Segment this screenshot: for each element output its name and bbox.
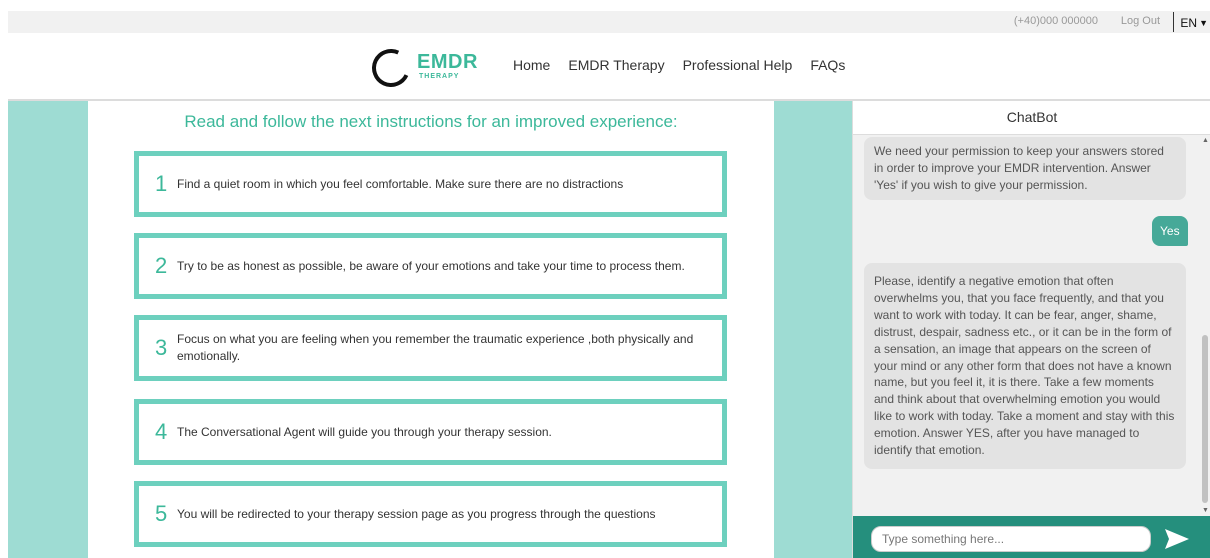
instruction-card-4: 4 The Conversational Agent will guide yo… — [134, 399, 727, 465]
chevron-down-icon: ▼ — [1199, 18, 1208, 28]
instructions-heading: Read and follow the next instructions fo… — [184, 112, 678, 131]
phone-number: (+40)000 000000 — [1013, 15, 1098, 27]
site-header: EMDR THERAPY Home EMDR Therapy Professio… — [0, 33, 1210, 99]
chat-scrollbar[interactable]: ▲ ▼ — [1200, 135, 1210, 515]
right-side-band — [774, 101, 852, 558]
scroll-down-icon[interactable]: ▼ — [1202, 507, 1209, 514]
instruction-text: You will be redirected to your therapy s… — [177, 506, 656, 521]
logo-brand: EMDR — [417, 51, 478, 73]
emdr-logo[interactable]: EMDR THERAPY — [366, 43, 482, 93]
main-nav: Home EMDR Therapy Professional Help FAQs — [513, 57, 845, 73]
nav-home[interactable]: Home — [513, 57, 550, 73]
nav-professional-help[interactable]: Professional Help — [683, 57, 793, 73]
chat-message-user: Yes — [1152, 216, 1188, 246]
instruction-text: Find a quiet room in which you feel comf… — [177, 176, 624, 191]
instruction-card-2: 2 Try to be as honest as possible, be aw… — [134, 233, 727, 299]
scroll-thumb[interactable] — [1202, 335, 1208, 503]
chat-message-bot: We need your permission to keep your ans… — [864, 137, 1186, 200]
language-value: EN — [1180, 16, 1198, 30]
instruction-card-1: 1 Find a quiet room in which you feel co… — [134, 151, 727, 217]
instruction-card-3: 3 Focus on what you are feeling when you… — [134, 315, 727, 381]
instruction-number: 1 — [155, 171, 168, 196]
nav-emdr-therapy[interactable]: EMDR Therapy — [568, 57, 664, 73]
instruction-card-5: 5 You will be redirected to your therapy… — [134, 481, 727, 547]
chatbot-title: ChatBot — [853, 101, 1210, 135]
instruction-number: 3 — [155, 335, 168, 360]
instruction-number: 4 — [155, 419, 168, 444]
send-arrow-icon[interactable] — [1163, 527, 1191, 551]
chat-message-bot: Please, identify a negative emotion that… — [864, 263, 1186, 469]
chatbot-panel: ChatBot We need your permission to keep … — [852, 101, 1210, 558]
nav-faqs[interactable]: FAQs — [810, 57, 845, 73]
instruction-text: The Conversational Agent will guide you … — [177, 424, 552, 439]
instruction-text: Try to be as honest as possible, be awar… — [177, 258, 685, 273]
instruction-number: 5 — [155, 501, 168, 526]
language-select[interactable]: EN ▼ — [1173, 12, 1210, 32]
instructions-panel: Read and follow the next instructions fo… — [88, 101, 774, 558]
logo-ring-icon — [366, 43, 416, 93]
left-side-band — [8, 101, 88, 558]
chat-input-bar — [853, 516, 1210, 558]
instruction-number: 2 — [155, 253, 168, 278]
logout-link[interactable]: Log Out — [1121, 15, 1160, 27]
top-utility-bar: (+40)000 000000 Log Out EN ▼ — [8, 11, 1210, 33]
chat-message-input[interactable] — [871, 526, 1151, 552]
instruction-text: Focus on what you are feeling when you r… — [177, 332, 694, 363]
logo-subtitle: THERAPY — [419, 73, 460, 80]
scroll-up-icon[interactable]: ▲ — [1202, 137, 1209, 144]
